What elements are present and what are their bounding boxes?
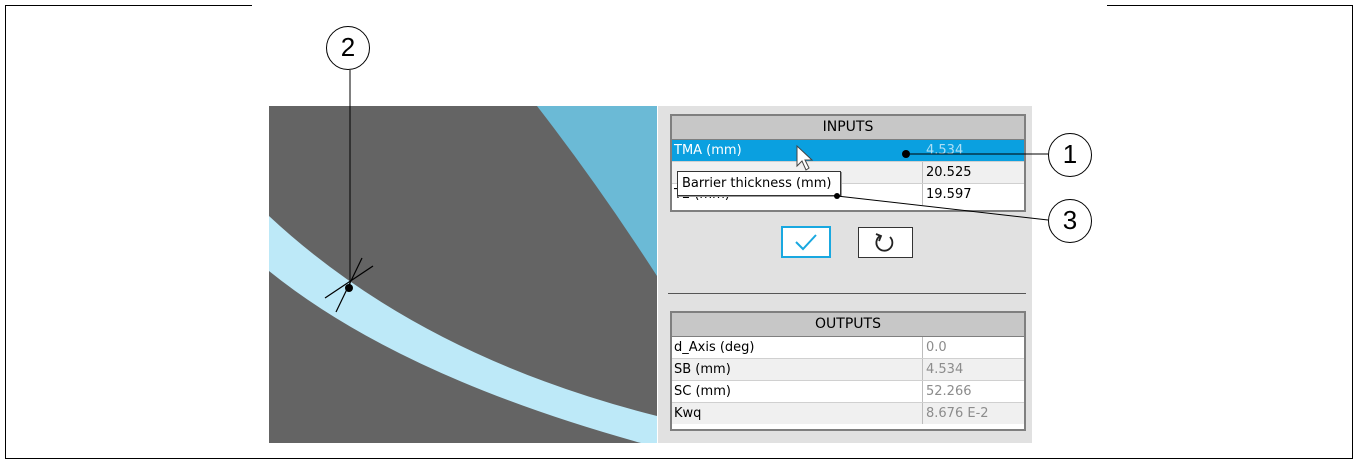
callout-1: 1 xyxy=(1048,133,1092,177)
dimension-tick xyxy=(324,265,374,299)
marker-dot-1 xyxy=(902,150,910,158)
callout-2: 2 xyxy=(326,26,370,70)
marker-dot-3 xyxy=(834,193,840,199)
mouse-cursor-icon xyxy=(796,144,814,171)
annotation-overlay xyxy=(324,70,1049,313)
leader-line-3 xyxy=(836,195,1049,221)
marker-dot-2 xyxy=(345,284,353,292)
callout-3: 3 xyxy=(1048,199,1092,243)
